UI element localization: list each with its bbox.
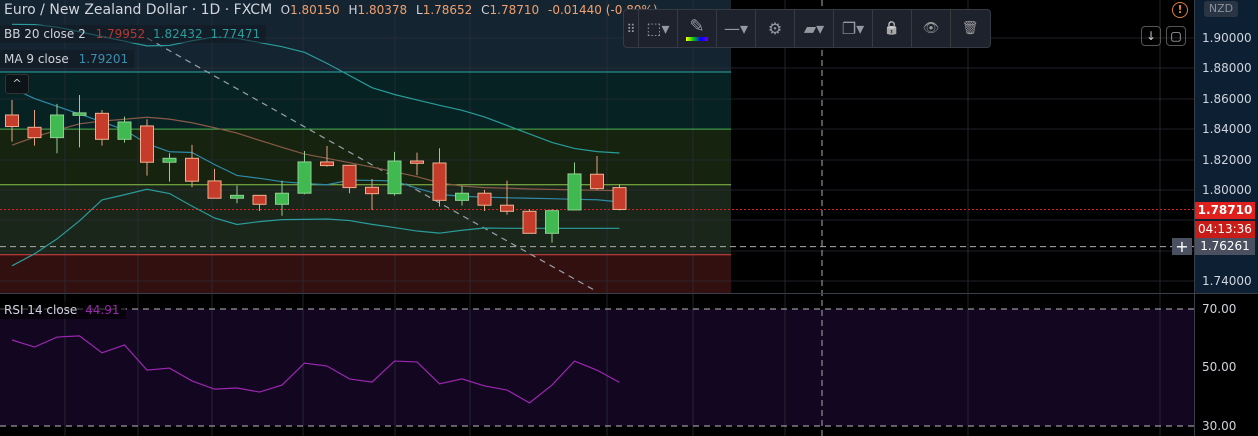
candle-body — [5, 114, 19, 128]
color-swatch — [686, 36, 708, 41]
separator: · — [224, 2, 230, 18]
candle-body — [545, 210, 559, 234]
candle-body — [207, 180, 222, 199]
ma-legend[interactable]: MA 9 close 1.79201 — [0, 50, 135, 68]
low-label: L — [416, 3, 423, 17]
bb-label: BB 20 close 2 — [4, 27, 86, 41]
candle-body — [432, 162, 447, 201]
eye-icon[interactable]: 👁 — [912, 10, 951, 47]
price-tick: 1.74000 — [1202, 274, 1252, 288]
open-value: 1.80150 — [290, 3, 340, 17]
low-value: 1.78652 — [422, 3, 473, 17]
bb-upper-value: 1.82432 — [153, 27, 203, 41]
gear-icon[interactable]: ⚙ — [756, 10, 795, 47]
open-label: O — [280, 3, 291, 17]
candle-body — [410, 160, 424, 164]
price-tick: 1.86000 — [1202, 92, 1252, 106]
candle-body — [50, 114, 64, 139]
rsi-tick: 30.00 — [1202, 419, 1237, 433]
close-value: 1.78710 — [489, 3, 540, 17]
candle-body — [117, 121, 132, 140]
candle-body — [590, 173, 604, 190]
candle-body — [522, 210, 537, 234]
rsi-legend[interactable]: RSI 14 close 44.91 — [0, 301, 126, 319]
candle-body — [140, 125, 154, 163]
chart-canvas[interactable] — [0, 0, 1258, 436]
clone-icon[interactable]: ❐▾ — [834, 10, 873, 47]
rsi-tick: 50.00 — [1202, 360, 1237, 374]
symbol-name[interactable]: Euro / New Zealand Dollar — [4, 2, 187, 18]
interval[interactable]: 1D — [201, 2, 221, 18]
ma-label: MA 9 close — [4, 52, 69, 66]
candle-body — [252, 194, 267, 205]
candle-body — [185, 157, 199, 182]
line-style-icon[interactable]: —▾ — [717, 10, 756, 47]
drawing-toolbar: ⠿ ⬚▾ ✎ —▾ ⚙ ▰▾ ❐▾ 🔒 👁 🗑 — [623, 9, 991, 48]
ohlc-values: O1.80150 H1.80378 L1.78652 C1.78710 -0.0… — [281, 3, 663, 17]
price-tick: 1.90000 — [1202, 31, 1252, 45]
crosshair-price-badge: 1.76261 — [1195, 238, 1255, 255]
currency-badge[interactable]: NZD — [1204, 1, 1238, 17]
select-area-icon[interactable]: ⬚▾ — [639, 10, 678, 47]
rsi-tick: 70.00 — [1202, 302, 1237, 316]
warning-icon[interactable]: ! — [1172, 2, 1188, 18]
price-tick: 1.80000 — [1202, 183, 1252, 197]
candle-body — [477, 192, 492, 206]
ma-value: 1.79201 — [78, 52, 129, 66]
rsi-value: 44.91 — [85, 303, 120, 317]
candle-body — [387, 160, 402, 195]
add-plus-icon[interactable]: + — [1172, 238, 1192, 255]
countdown-badge: 04:13:36 — [1195, 221, 1255, 238]
zone-red — [0, 254, 731, 293]
exchange: FXCM — [233, 2, 273, 18]
candle-body — [275, 192, 289, 205]
high-value: 1.80378 — [357, 3, 408, 17]
trash-icon[interactable]: 🗑 — [951, 10, 989, 47]
symbol-legend: Euro / New Zealand Dollar · 1D · FXCM O1… — [4, 2, 663, 18]
price-tick: 1.84000 — [1202, 122, 1252, 136]
layers-icon[interactable]: ▰▾ — [795, 10, 834, 47]
rsi-label: RSI 14 close — [4, 303, 78, 317]
drag-handle-icon[interactable]: ⠿ — [624, 10, 639, 47]
candle-body — [567, 173, 582, 211]
lock-icon[interactable]: 🔒 — [873, 10, 912, 47]
close-label: C — [481, 3, 490, 17]
candle-body — [230, 194, 244, 199]
auto-scale-icon[interactable]: ▢ — [1166, 26, 1186, 46]
collapse-legend-button[interactable]: ^ — [5, 74, 29, 94]
candle-body — [320, 161, 334, 167]
bb-legend[interactable]: BB 20 close 2 1.79952 1.82432 1.77471 — [0, 25, 267, 43]
pencil-icon: ✎ — [689, 15, 705, 37]
price-tick: 1.82000 — [1202, 153, 1252, 167]
candle-body — [27, 126, 42, 139]
last-price-badge: 1.78710 — [1195, 202, 1255, 219]
candle-body — [297, 161, 312, 194]
scroll-down-icon[interactable]: ↓ — [1141, 26, 1161, 46]
candle-body — [95, 112, 109, 140]
bb-lower-value: 1.77471 — [210, 27, 261, 41]
separator: · — [191, 2, 197, 18]
rsi-band-bg — [0, 309, 1194, 426]
candle-body — [72, 112, 87, 116]
candle-body — [500, 204, 514, 212]
candle-body — [162, 157, 177, 163]
candle-body — [342, 164, 357, 189]
candle-body — [612, 187, 627, 210]
price-tick: 1.88000 — [1202, 61, 1252, 75]
pencil-color-button[interactable]: ✎ — [678, 10, 717, 47]
candle-body — [455, 192, 469, 201]
high-label: H — [348, 3, 358, 17]
candle-body — [365, 186, 379, 195]
bb-basis-value: 1.79952 — [95, 27, 146, 41]
zone-green — [0, 129, 731, 185]
